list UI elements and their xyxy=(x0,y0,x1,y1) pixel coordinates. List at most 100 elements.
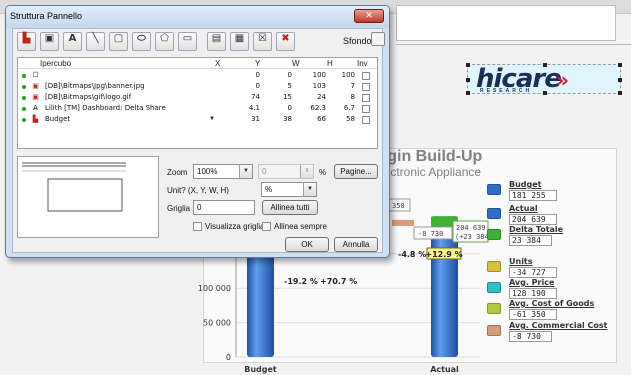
table-row[interactable]: ▣ [DB]\Bitmaps\gif\logo.gif 74 15 24 8 xyxy=(18,93,377,103)
ellipse-tool-icon[interactable]: ⬭ xyxy=(132,32,151,51)
row-y[interactable]: 0 xyxy=(268,104,292,112)
legend-name[interactable]: Avg. Price xyxy=(509,278,554,287)
zoom-value: 100% xyxy=(197,167,218,176)
unit-value: % xyxy=(265,185,273,194)
dialog-titlebar[interactable]: Struttura Pannello ✕ xyxy=(6,6,389,28)
table-row[interactable]: ☐ 0 0 100 100 xyxy=(18,71,377,81)
row-x[interactable]: 74 xyxy=(236,93,260,101)
legend-name[interactable]: Budget xyxy=(509,180,542,189)
picture-tool-icon[interactable]: ▣ xyxy=(40,32,59,51)
row-w[interactable]: 66 xyxy=(302,115,326,123)
legend-name[interactable]: Avg. Cost of Goods xyxy=(509,299,594,308)
inv-checkbox[interactable] xyxy=(362,116,370,124)
allinea-tutti-button[interactable]: Allinea tutti xyxy=(262,200,318,215)
row-y[interactable]: 38 xyxy=(268,115,292,123)
x-tick-label: Budget xyxy=(244,365,277,374)
zoom-custom-value: 0 xyxy=(262,167,267,176)
row-w[interactable]: 100 xyxy=(302,71,326,79)
visualizza-griglia-label: Visualizza griglia xyxy=(205,222,265,231)
close-icon[interactable]: ✕ xyxy=(354,9,384,23)
unit-select[interactable]: % ▼ xyxy=(261,182,317,197)
col-h[interactable]: H xyxy=(327,59,333,68)
image-icon: ▣ xyxy=(32,94,39,101)
data-label: 204 639 xyxy=(456,224,486,232)
table-row[interactable]: ▣ [DB]\Bitmaps\Jpg\banner.jpg 0 5 103 7 xyxy=(18,82,377,92)
spinner-icon[interactable]: ⬍ xyxy=(300,165,313,178)
row-y[interactable]: 0 xyxy=(268,71,292,79)
struttura-pannello-dialog: Struttura Pannello ✕ ▙ ▣ A ╲ ▢ ⬭ ⬠ ▭ ▤ ▦ ☒ ✖ Sfondo… xyxy=(5,5,390,258)
legend-name[interactable]: Actual xyxy=(509,204,538,213)
y-tick-label: 100 000 xyxy=(198,284,231,293)
griglia-input[interactable]: 0 xyxy=(193,200,255,215)
table-row[interactable]: ▙ Budget ▼ 31 38 66 58 xyxy=(18,115,377,125)
table-row[interactable]: A Lilith [TM] Dashboard: Delta Share 4.1 0 6… xyxy=(18,104,377,114)
status-dot-icon xyxy=(22,85,26,89)
data-label: 350 xyxy=(392,202,405,210)
legend-value: -61 350 xyxy=(509,309,557,320)
status-dot-icon xyxy=(22,118,26,122)
cross-box-tool-icon[interactable]: ☒ xyxy=(253,32,272,51)
legend-swatch xyxy=(487,261,501,272)
chart-icon: ▙ xyxy=(32,116,39,123)
ok-button[interactable]: OK xyxy=(285,237,329,252)
polygon-tool-icon[interactable]: ⬠ xyxy=(155,32,174,51)
row-x[interactable]: 31 xyxy=(236,115,260,123)
legend-swatch xyxy=(487,229,501,240)
row-x[interactable]: 0 xyxy=(236,82,260,90)
row-name: [DB]\Bitmaps\Jpg\banner.jpg xyxy=(45,82,145,90)
layout-preview[interactable] xyxy=(17,156,159,238)
visualizza-griglia-checkbox[interactable] xyxy=(193,222,202,231)
col-y[interactable]: Y xyxy=(255,59,260,68)
chevron-down-icon[interactable]: ▼ xyxy=(209,116,215,122)
zoom-select[interactable]: 100% ▼ xyxy=(193,164,253,179)
col-inv[interactable]: Inv xyxy=(357,59,368,68)
y-tick-label: 50 000 xyxy=(203,319,231,328)
row-w[interactable]: 62.3 xyxy=(302,104,326,112)
row-w[interactable]: 103 xyxy=(302,82,326,90)
chevron-down-icon[interactable]: ▼ xyxy=(239,165,252,178)
row-w[interactable]: 24 xyxy=(302,93,326,101)
objects-grid[interactable]: Ipercubo X Y W H Inv ☐ 0 0 100 100 ▣ [DB]\Bitm… xyxy=(17,57,378,149)
chart-tool-icon[interactable]: ▙ xyxy=(17,32,36,51)
line-tool-icon[interactable]: ╲ xyxy=(86,32,105,51)
row-h[interactable]: 100 xyxy=(331,71,355,79)
legend-name[interactable]: Delta Totale xyxy=(509,225,563,234)
inv-checkbox[interactable] xyxy=(362,94,370,102)
rectangle-tool-icon[interactable]: ▢ xyxy=(109,32,128,51)
row-y[interactable]: 15 xyxy=(268,93,292,101)
inv-checkbox[interactable] xyxy=(362,83,370,91)
row-x[interactable]: 4.1 xyxy=(236,104,260,112)
inv-checkbox[interactable] xyxy=(362,72,370,80)
inv-checkbox[interactable] xyxy=(362,105,370,113)
pagine-button[interactable]: Pagine... xyxy=(334,164,378,179)
sfondo-color-button[interactable] xyxy=(371,32,385,46)
sfondo-label: Sfondo xyxy=(343,36,372,46)
col-w[interactable]: W xyxy=(292,59,300,68)
legend-value: 204 639 xyxy=(509,214,557,225)
legend-value: 128 190 xyxy=(509,288,557,299)
delete-tool-icon[interactable]: ✖ xyxy=(276,32,295,51)
col-x[interactable]: X xyxy=(215,59,220,68)
zoom-custom-input[interactable]: 0 ⬍ xyxy=(258,164,314,179)
legend-name[interactable]: Units xyxy=(509,257,533,266)
preview-thumbnail xyxy=(22,162,126,212)
folder-tool-icon[interactable]: ▭ xyxy=(178,32,197,51)
row-x[interactable]: 0 xyxy=(236,71,260,79)
legend-name[interactable]: Avg. Commercial Cost xyxy=(509,321,607,330)
allinea-sempre-label: Allinea sempre xyxy=(274,222,327,231)
cancel-button[interactable]: Annulla xyxy=(334,237,378,252)
col-ipercubo[interactable]: Ipercubo xyxy=(40,59,71,68)
legend-value: -34 727 xyxy=(509,267,557,278)
row-h[interactable]: 7 xyxy=(331,82,355,90)
chevron-down-icon[interactable]: ▼ xyxy=(303,183,316,196)
legend-swatch xyxy=(487,325,501,336)
image-frame-tool-icon[interactable]: ▤ xyxy=(207,32,226,51)
row-h[interactable]: 6.7 xyxy=(331,104,355,112)
row-h[interactable]: 8 xyxy=(331,93,355,101)
table-tool-icon[interactable]: ▦ xyxy=(230,32,249,51)
allinea-sempre-checkbox[interactable] xyxy=(262,222,271,231)
row-y[interactable]: 5 xyxy=(268,82,292,90)
row-h[interactable]: 58 xyxy=(331,115,355,123)
text-tool-icon[interactable]: A xyxy=(63,32,82,51)
legend-value: 23 384 xyxy=(509,235,552,246)
